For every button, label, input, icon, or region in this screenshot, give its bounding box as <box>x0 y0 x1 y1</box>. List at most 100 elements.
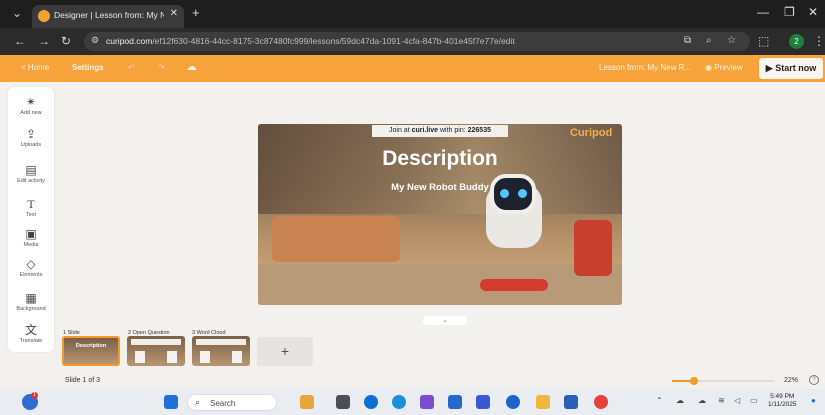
edge-icon[interactable] <box>364 395 378 409</box>
slide-thumbnail-1[interactable]: Description <box>62 336 120 366</box>
app-icon[interactable] <box>420 395 434 409</box>
notifications-icon[interactable]: ● <box>811 396 816 405</box>
thumbnail-card <box>200 351 210 363</box>
thumbnail-title: Description <box>75 343 107 349</box>
sidebar-label: Media <box>23 242 39 248</box>
redo-icon[interactable]: ↷ <box>158 63 165 72</box>
sidebar-item-background[interactable]: ▦ Background <box>8 291 54 312</box>
slide-background-chair <box>574 220 612 276</box>
settings-link[interactable]: Settings <box>72 63 104 72</box>
clock-date: 1/11/2025 <box>768 401 797 408</box>
browser-tab-strip: ⌄ Designer | Lesson from: My Ne ✕ + — ❐ … <box>0 0 825 28</box>
windows-start-icon[interactable] <box>164 395 178 409</box>
cloud-saved-icon: ☁ <box>186 61 197 73</box>
eye-icon: ◉ <box>705 63 715 72</box>
slide-background-floor <box>258 264 622 305</box>
address-bar[interactable]: ⚙ curipod.com/ef12f630-4816-44cc-8175-3c… <box>84 32 750 51</box>
back-icon[interactable]: ← <box>14 34 26 48</box>
clock[interactable]: 5:49 PM 1/11/2025 <box>768 393 796 409</box>
thumbnail-card <box>167 351 177 363</box>
browser-nav-bar: ← → ↻ ⚙ curipod.com/ef12f630-4816-44cc-8… <box>0 28 825 55</box>
chrome-icon[interactable] <box>594 395 608 409</box>
sidebar-item-elements[interactable]: ◇ Elements <box>8 257 54 278</box>
app-icon[interactable] <box>300 395 314 409</box>
sidebar-label: Translate <box>19 338 43 344</box>
undo-icon[interactable]: ↶ <box>128 63 135 72</box>
robot-feet <box>480 279 548 291</box>
tab-close-icon[interactable]: ✕ <box>170 8 178 19</box>
minimize-icon[interactable]: — <box>757 5 769 19</box>
lesson-name[interactable]: Lesson from: My New R... <box>599 63 691 72</box>
pin-prefix: Join at <box>389 127 412 134</box>
onedrive-icon[interactable]: ☁ <box>698 396 706 405</box>
curipod-favicon-icon <box>38 10 50 22</box>
sidebar-label: Uploads <box>20 142 42 148</box>
windows-taskbar: 1 ⌕ Search ⌃ ☁ ☁ ≋ ◁ ▭ 5:49 PM 1/11/2025… <box>0 389 825 415</box>
sidebar-label: Text <box>25 212 37 218</box>
sidebar-item-translate[interactable]: 文 Translate <box>8 323 54 344</box>
restore-icon[interactable]: ❐ <box>784 5 795 19</box>
robot-head <box>490 174 536 214</box>
forward-icon[interactable]: → <box>38 34 50 48</box>
url-text: curipod.com/ef12f630-4816-44cc-8175-3c87… <box>106 36 515 46</box>
sidebar-item-add-new[interactable]: ✴ Add new <box>8 95 54 116</box>
pin-mid: with pin: <box>438 127 468 134</box>
mail-icon[interactable] <box>448 395 462 409</box>
thumbnail-question-bar <box>196 339 246 345</box>
site-info-icon[interactable]: ⚙ <box>91 35 99 46</box>
slide-title[interactable]: Description <box>258 147 622 171</box>
extensions-icon[interactable]: ⬚ <box>758 34 769 48</box>
sidebar-item-text[interactable]: T Text <box>8 197 54 218</box>
slide-subtitle[interactable]: My New Robot Buddy <box>258 182 622 193</box>
sidebar-label: Edit activity <box>17 178 45 184</box>
preview-label: Preview <box>714 63 743 72</box>
new-tab-button[interactable]: + <box>192 5 200 20</box>
start-now-button[interactable]: ▶ Start now <box>759 58 823 79</box>
browser-app-icon[interactable] <box>392 395 406 409</box>
translate-page-icon[interactable]: ⧉ <box>684 35 691 46</box>
upload-icon: ⇪ <box>25 127 37 141</box>
app-icon[interactable] <box>476 395 490 409</box>
battery-icon[interactable]: ▭ <box>750 396 758 405</box>
tray-overflow-icon[interactable]: ⌃ <box>656 396 663 405</box>
sidebar-item-uploads[interactable]: ⇪ Uploads <box>8 127 54 148</box>
word-icon[interactable] <box>564 395 578 409</box>
taskbar-search[interactable]: ⌕ Search <box>187 394 277 411</box>
join-pin-banner: Join at curi.live with pin: 226535 <box>372 125 508 137</box>
zoom-slider-handle[interactable] <box>690 377 698 385</box>
background-icon: ▦ <box>25 291 37 305</box>
collapse-chevron-icon[interactable]: ⌄ <box>423 316 467 325</box>
curipod-logo: Curipod <box>570 127 613 139</box>
sidebar-item-media[interactable]: ▣ Media <box>8 227 54 248</box>
reload-icon[interactable]: ↻ <box>61 34 71 48</box>
home-link[interactable]: < Home <box>21 63 49 72</box>
elements-icon: ◇ <box>26 257 36 271</box>
profile-avatar[interactable]: 2 <box>789 34 804 49</box>
preview-button[interactable]: ◉ Preview <box>705 63 743 72</box>
screen: ⌄ Designer | Lesson from: My Ne ✕ + — ❐ … <box>0 0 825 415</box>
slide-thumbnail-3[interactable] <box>192 336 250 366</box>
media-icon: ▣ <box>25 227 37 241</box>
close-window-icon[interactable]: ✕ <box>808 5 818 19</box>
browser-menu-icon[interactable]: ⋮ <box>813 34 825 48</box>
help-icon[interactable]: ? <box>809 375 819 385</box>
text-icon: T <box>27 197 35 211</box>
cloud-icon[interactable]: ☁ <box>676 396 684 405</box>
task-view-icon[interactable] <box>336 395 350 409</box>
sidebar-label: Add new <box>20 110 42 116</box>
tab-title: Designer | Lesson from: My Ne <box>54 10 164 20</box>
sidebar-item-edit-activity[interactable]: ▤ Edit activity <box>8 163 54 184</box>
add-slide-button[interactable]: + <box>257 337 313 366</box>
volume-icon[interactable]: ◁ <box>734 396 740 405</box>
zoom-icon[interactable]: ⌕ <box>706 35 712 46</box>
translate-icon: 文 <box>24 323 37 337</box>
slide-background-bed <box>272 216 400 262</box>
bookmark-star-icon[interactable]: ☆ <box>727 35 736 46</box>
file-explorer-icon[interactable] <box>536 395 550 409</box>
search-label: Search <box>210 399 236 408</box>
tab-search-chevron-icon[interactable]: ⌄ <box>12 6 22 20</box>
slide-thumbnail-2[interactable] <box>127 336 185 366</box>
wifi-icon[interactable]: ≋ <box>718 396 725 405</box>
app-icon[interactable] <box>506 395 520 409</box>
browser-tab[interactable]: Designer | Lesson from: My Ne ✕ <box>32 5 184 28</box>
